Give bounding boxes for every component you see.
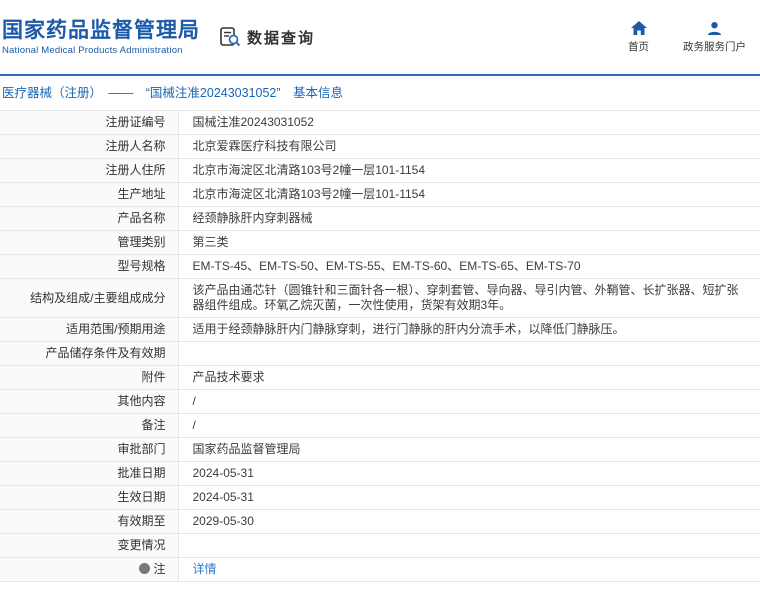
row-label: 产品名称 bbox=[0, 206, 179, 231]
detail-link[interactable]: 详情 bbox=[193, 562, 217, 576]
info-table: 注册证编号 国械注准20243031052 注册人名称 北京爱霖医疗科技有限公司 注册人… bbox=[0, 110, 760, 582]
nav-home[interactable]: 首页 bbox=[628, 20, 649, 54]
table-row: 结构及组成/主要组成成分 该产品由通芯针（圆锥针和三面针各一根）、穿刺套管、导向器… bbox=[0, 278, 760, 318]
row-value bbox=[178, 341, 760, 366]
row-value: 北京爱霖医疗科技有限公司 bbox=[178, 134, 760, 159]
table-row: 注册人名称 北京爱霖医疗科技有限公司 bbox=[0, 134, 760, 159]
logo-title: 国家药品监督管理局 bbox=[2, 18, 200, 42]
data-query-icon bbox=[219, 26, 241, 48]
home-icon bbox=[630, 20, 647, 36]
row-value: 产品技术要求 bbox=[178, 365, 760, 390]
logo-subtitle: National Medical Products Administration bbox=[2, 45, 183, 57]
row-value: 北京市海淀区北清路103号2幢一层101-1154 bbox=[178, 158, 760, 183]
row-label: 其他内容 bbox=[0, 389, 179, 414]
row-value: 详情 bbox=[178, 557, 760, 582]
table-row: 产品名称 经颈静脉肝内穿刺器械 bbox=[0, 206, 760, 231]
table-row: 适用范围/预期用途 适用于经颈静脉肝内门静脉穿刺，进行门静脉的肝内分流手术，以降低… bbox=[0, 317, 760, 342]
note-icon bbox=[139, 563, 151, 574]
row-value: / bbox=[178, 413, 760, 438]
row-value: EM-TS-45、EM-TS-50、EM-TS-55、EM-TS-60、EM-T… bbox=[178, 254, 760, 279]
table-row: 备注 / bbox=[0, 413, 760, 438]
table-row: 附件 产品技术要求 bbox=[0, 365, 760, 390]
row-value: 2024-05-31 bbox=[178, 485, 760, 510]
table-row: 变更情况 bbox=[0, 533, 760, 558]
row-label: 变更情况 bbox=[0, 533, 179, 558]
row-label: 注 bbox=[0, 557, 179, 582]
row-value: 适用于经颈静脉肝内门静脉穿刺，进行门静脉的肝内分流手术，以降低门静脉压。 bbox=[178, 317, 760, 342]
user-icon bbox=[707, 21, 722, 36]
row-value: 国械注准20243031052 bbox=[178, 110, 760, 135]
nav-portal[interactable]: 政务服务门户 bbox=[683, 21, 746, 54]
row-label: 注册人住所 bbox=[0, 158, 179, 183]
table-row: 产品储存条件及有效期 bbox=[0, 341, 760, 366]
table-row: 管理类别 第三类 bbox=[0, 230, 760, 255]
row-label: 有效期至 bbox=[0, 509, 179, 534]
row-value: 经颈静脉肝内穿刺器械 bbox=[178, 206, 760, 231]
row-label: 注册人名称 bbox=[0, 134, 179, 159]
site-header: 国家药品监督管理局 National Medical Products Admi… bbox=[0, 0, 760, 76]
table-row: 有效期至 2029-05-30 bbox=[0, 509, 760, 534]
table-row: 注册证编号 国械注准20243031052 bbox=[0, 110, 760, 135]
data-query-label: 数据查询 bbox=[247, 29, 316, 47]
row-value: 2024-05-31 bbox=[178, 461, 760, 486]
row-value: 第三类 bbox=[178, 230, 760, 255]
nav-home-label: 首页 bbox=[628, 40, 649, 53]
row-label: 审批部门 bbox=[0, 437, 179, 462]
table-row: 注详情 bbox=[0, 557, 760, 582]
row-label: 型号规格 bbox=[0, 254, 179, 279]
row-label: 产品储存条件及有效期 bbox=[0, 341, 179, 366]
row-label: 管理类别 bbox=[0, 230, 179, 255]
row-value: / bbox=[178, 389, 760, 414]
nmpa-logo: 国家药品监督管理局 National Medical Products Admi… bbox=[2, 18, 207, 56]
table-row: 注册人住所 北京市海淀区北清路103号2幢一层101-1154 bbox=[0, 158, 760, 183]
table-row: 批准日期 2024-05-31 bbox=[0, 461, 760, 486]
row-label: 备注 bbox=[0, 413, 179, 438]
row-label: 批准日期 bbox=[0, 461, 179, 486]
row-value: 国家药品监督管理局 bbox=[178, 437, 760, 462]
row-label: 生效日期 bbox=[0, 485, 179, 510]
table-row: 生效日期 2024-05-31 bbox=[0, 485, 760, 510]
row-value: 北京市海淀区北清路103号2幢一层101-1154 bbox=[178, 182, 760, 207]
row-label: 注册证编号 bbox=[0, 110, 179, 135]
table-row: 其他内容 / bbox=[0, 389, 760, 414]
row-value: 2029-05-30 bbox=[178, 509, 760, 534]
row-label: 结构及组成/主要组成成分 bbox=[0, 278, 179, 318]
table-row: 生产地址 北京市海淀区北清路103号2幢一层101-1154 bbox=[0, 182, 760, 207]
row-label: 适用范围/预期用途 bbox=[0, 317, 179, 342]
row-value bbox=[178, 533, 760, 558]
row-label: 生产地址 bbox=[0, 182, 179, 207]
table-row: 型号规格 EM-TS-45、EM-TS-50、EM-TS-55、EM-TS-60、… bbox=[0, 254, 760, 279]
breadcrumb: 医疗器械（注册） —— “国械注准20243031052” 基本信息 bbox=[0, 76, 760, 110]
info-table-body: 注册证编号 国械注准20243031052 注册人名称 北京爱霖医疗科技有限公司 注册人… bbox=[0, 110, 760, 582]
data-query-section: 数据查询 bbox=[219, 26, 315, 48]
nav-portal-label: 政务服务门户 bbox=[683, 40, 746, 53]
row-value: 该产品由通芯针（圆锥针和三面针各一根）、穿刺套管、导向器、导引内管、外鞘管、长扩… bbox=[178, 278, 760, 318]
row-label: 附件 bbox=[0, 365, 179, 390]
table-row: 审批部门 国家药品监督管理局 bbox=[0, 437, 760, 462]
